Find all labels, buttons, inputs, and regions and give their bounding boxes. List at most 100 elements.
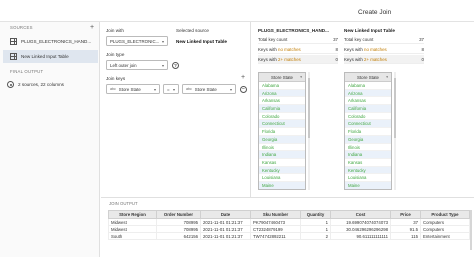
key-operator-select[interactable]: = ▾ (163, 84, 179, 94)
state-cell: Colorado (345, 113, 391, 121)
left-source-panel: PLUGS_ELECTRONICS_HAND... Total key coun… (252, 22, 338, 197)
table-cell: 708995 (156, 225, 201, 233)
state-cell: Connecticut (259, 120, 305, 129)
final-output-label: 2 sources, 22 columns (18, 82, 64, 87)
selected-source-value: New Linked Input Table (176, 39, 227, 44)
total-key-count-row: Total key count 37 (344, 35, 424, 44)
column-header[interactable]: Sku Number (250, 210, 301, 219)
column-header[interactable]: Store State ▾ (345, 73, 391, 82)
table-cell: PK79047460473 (250, 218, 301, 226)
source-label: New Linked Input Table (21, 54, 69, 59)
table-cell: 2021-11-01 01:21:37 (200, 218, 251, 226)
state-cell: Alabama (345, 82, 391, 90)
scrollbar[interactable] (470, 210, 472, 250)
title-bar: Create Join (0, 0, 474, 22)
scrollbar[interactable] (394, 72, 396, 190)
table-cell: CT2324879199 (250, 225, 301, 233)
state-cell: Colorado (259, 113, 305, 121)
column-header[interactable]: Order Number (156, 210, 201, 219)
right-key-select[interactable]: abc Store State ▾ (182, 84, 236, 94)
column-header[interactable]: Product Type (420, 210, 470, 219)
table-cell: 1 (300, 218, 331, 226)
window-title: Create Join (358, 9, 392, 16)
join-type-value: Left outer join (110, 62, 137, 68)
right-panel-title: New Linked Input Table (344, 28, 395, 33)
state-cell: Kentucky (259, 166, 305, 175)
left-key-select[interactable]: abc Store State ▾ (106, 84, 160, 94)
source-item-plugs[interactable]: PLUGS_ELECTRONICS_HAND... (3, 35, 98, 48)
join-form: Join with PLUGS_ELECTRONIC... ▾ Selected… (101, 22, 251, 197)
scrollbar[interactable] (308, 72, 310, 190)
state-cell: Arkansas (259, 97, 305, 106)
row-label: Keys with 2+ matches (258, 56, 301, 62)
join-type-label: Join type (106, 52, 125, 57)
remove-join-key-button[interactable]: − (240, 86, 247, 93)
table-cell: 90.611111111111 (330, 232, 391, 240)
column-header[interactable]: Store State ▾ (259, 73, 305, 82)
state-cell: Maine (259, 181, 305, 189)
table-cell: Midwest (108, 225, 157, 233)
join-with-label: Join with (106, 28, 124, 33)
row-label: Keys with 2+ matches (344, 56, 387, 62)
left-key-value: Store State (118, 86, 141, 92)
string-type-icon: abc (186, 87, 192, 91)
table-cell: 115 (390, 232, 421, 240)
table-cell: 1 (300, 225, 331, 233)
table-cell: Midwest (108, 218, 157, 226)
chevron-down-icon: ▾ (172, 87, 175, 92)
join-with-select[interactable]: PLUGS_ELECTRONIC... ▾ (106, 36, 168, 46)
add-source-button[interactable]: + (90, 24, 94, 31)
no-matches-row: Keys with no matches 8 (258, 45, 338, 54)
state-cell: Florida (259, 128, 305, 136)
chevron-down-icon: ▾ (161, 39, 164, 44)
table-row: South 642156 2021-11-01 01:21:37 TW74742892… (108, 232, 470, 240)
source-item-linked-input[interactable]: New Linked Input Table (3, 50, 98, 63)
join-type-select[interactable]: Left outer join ▾ (106, 60, 168, 70)
selected-source-label: Selected source (176, 28, 209, 33)
row-label: Total key count (344, 36, 374, 42)
state-cell: Louisiana (259, 174, 305, 182)
table-cell: 30.046296296296298 (330, 225, 391, 233)
row-value: 0 (421, 56, 424, 62)
state-cell: California (259, 105, 305, 113)
final-output-item[interactable]: 2 sources, 22 columns (7, 81, 64, 88)
state-cell: Arkansas (345, 97, 391, 106)
column-header[interactable]: Cost (330, 210, 391, 219)
table-cell: South (108, 232, 157, 240)
table-cell: 37 (390, 218, 421, 226)
table-cell: Computers (420, 218, 470, 226)
table-icon (10, 38, 17, 45)
final-output-heading: FINAL OUTPUT (10, 69, 44, 74)
state-cell: Kansas (345, 159, 391, 167)
column-header[interactable]: Quantity (300, 210, 331, 219)
table-cell: 91.5 (390, 225, 421, 233)
column-header[interactable]: Price (390, 210, 421, 219)
state-cell: Connecticut (345, 120, 391, 129)
help-icon[interactable]: ? (172, 62, 179, 69)
state-cell: Arizona (259, 89, 305, 98)
add-join-key-button[interactable]: + (241, 74, 245, 81)
column-header[interactable]: Store Region (108, 210, 157, 219)
row-label: Total key count (258, 36, 288, 42)
chevron-down-icon: ▾ (153, 87, 156, 92)
table-cell: TW74742892211 (250, 232, 301, 240)
column-header[interactable]: Date (200, 210, 251, 219)
table-cell: 2 (300, 232, 331, 240)
state-cell: California (345, 105, 391, 113)
table-row: Midwest 708995 2021-11-01 01:21:37 CT232487… (108, 225, 470, 233)
row-value: 8 (421, 46, 424, 52)
no-matches-row: Keys with no matches 8 (344, 45, 424, 54)
state-cell: Alabama (259, 82, 305, 90)
output-icon (7, 81, 14, 88)
state-cell: Kansas (259, 159, 305, 167)
source-label: PLUGS_ELECTRONICS_HAND... (21, 39, 92, 44)
right-key-column: Store State ▾ Alabama Arizona Arkansas Calif… (344, 72, 392, 190)
output-table: Store Region Order Number Date Sku Number Qu… (108, 210, 470, 240)
row-value: 37 (419, 36, 424, 42)
table-cell: 708995 (156, 218, 201, 226)
state-cell: Florida (345, 128, 391, 136)
table-cell: Computers (420, 225, 470, 233)
state-cell: Kentucky (345, 166, 391, 175)
right-key-value: Store State (194, 86, 217, 92)
table-row: Midwest 708995 2021-11-01 01:21:37 PK790474… (108, 218, 470, 226)
